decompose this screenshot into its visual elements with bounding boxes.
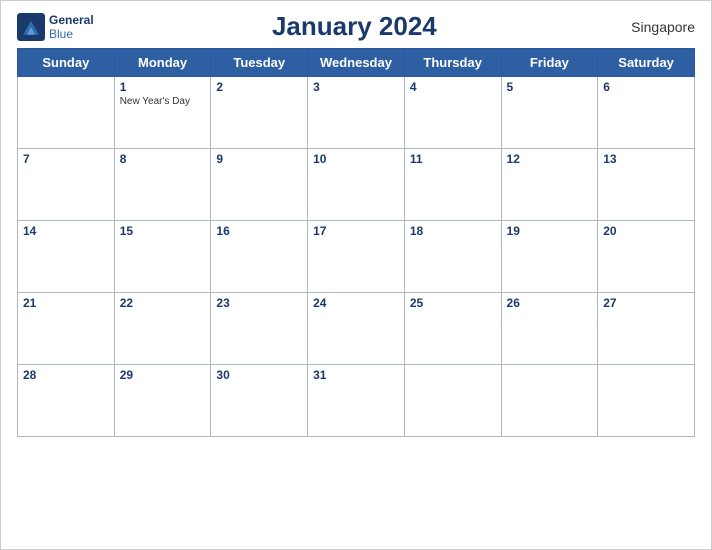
calendar-cell: 8: [114, 149, 211, 221]
calendar-week-2: 789 10 11 12 13: [18, 149, 695, 221]
header-tuesday: Tuesday: [211, 49, 308, 77]
calendar-cell: 10: [308, 149, 405, 221]
day-number: 16: [216, 224, 302, 238]
day-number: 14: [23, 224, 109, 238]
day-number: 25: [410, 296, 496, 310]
calendar-container: General Blue January 2024 Singapore Sund…: [0, 0, 712, 550]
header-wednesday: Wednesday: [308, 49, 405, 77]
calendar-cell: 23: [211, 293, 308, 365]
day-number: 2: [216, 80, 302, 94]
day-number: 15: [120, 224, 206, 238]
calendar-cell: 4: [404, 77, 501, 149]
calendar-cell: 29: [114, 365, 211, 437]
calendar-week-3: 14 15 16 17 18 19 20: [18, 221, 695, 293]
header-saturday: Saturday: [598, 49, 695, 77]
holiday-label: New Year's Day: [120, 96, 206, 107]
day-number: 19: [507, 224, 593, 238]
calendar-cell: 19: [501, 221, 598, 293]
calendar-cell: 17: [308, 221, 405, 293]
calendar-cell: 5: [501, 77, 598, 149]
calendar-header: General Blue January 2024 Singapore: [17, 11, 695, 42]
header-thursday: Thursday: [404, 49, 501, 77]
calendar-week-5: 28 29 30 31: [18, 365, 695, 437]
calendar-cell: 20: [598, 221, 695, 293]
calendar-table: Sunday Monday Tuesday Wednesday Thursday…: [17, 48, 695, 437]
calendar-cell: 12: [501, 149, 598, 221]
country-label: Singapore: [615, 19, 695, 35]
day-number: 28: [23, 368, 109, 382]
calendar-cell: 7: [18, 149, 115, 221]
calendar-cell: 16: [211, 221, 308, 293]
day-number: 6: [603, 80, 689, 94]
calendar-cell: 11: [404, 149, 501, 221]
day-number: 4: [410, 80, 496, 94]
day-number: 22: [120, 296, 206, 310]
day-number: 30: [216, 368, 302, 382]
calendar-cell: 30: [211, 365, 308, 437]
day-number: 26: [507, 296, 593, 310]
calendar-cell: 22: [114, 293, 211, 365]
calendar-cell: 31: [308, 365, 405, 437]
day-number: 10: [313, 152, 399, 166]
header-sunday: Sunday: [18, 49, 115, 77]
calendar-cell: [18, 77, 115, 149]
calendar-cell: 3: [308, 77, 405, 149]
logo-text: General Blue: [49, 13, 94, 41]
calendar-cell: 13: [598, 149, 695, 221]
calendar-title: January 2024: [94, 11, 615, 42]
calendar-cell: 9: [211, 149, 308, 221]
calendar-week-1: 1 New Year's Day 23456: [18, 77, 695, 149]
day-number: 13: [603, 152, 689, 166]
calendar-cell: 1 New Year's Day: [114, 77, 211, 149]
day-number: 17: [313, 224, 399, 238]
day-number: 18: [410, 224, 496, 238]
day-number: 20: [603, 224, 689, 238]
calendar-cell: 14: [18, 221, 115, 293]
day-number: 21: [23, 296, 109, 310]
day-number: 23: [216, 296, 302, 310]
calendar-cell: 25: [404, 293, 501, 365]
day-number: 8: [120, 152, 206, 166]
calendar-cell: 21: [18, 293, 115, 365]
calendar-week-4: 21 22 23 24 25 26 27: [18, 293, 695, 365]
calendar-cell: 24: [308, 293, 405, 365]
calendar-cell: 2: [211, 77, 308, 149]
day-number: 24: [313, 296, 399, 310]
day-number: 3: [313, 80, 399, 94]
day-number: 7: [23, 152, 109, 166]
calendar-cell: 6: [598, 77, 695, 149]
day-number: 5: [507, 80, 593, 94]
header-friday: Friday: [501, 49, 598, 77]
day-number: 9: [216, 152, 302, 166]
day-number: 29: [120, 368, 206, 382]
calendar-cell: [501, 365, 598, 437]
calendar-cell: 15: [114, 221, 211, 293]
day-number: 31: [313, 368, 399, 382]
calendar-header-row: Sunday Monday Tuesday Wednesday Thursday…: [18, 49, 695, 77]
calendar-cell: 27: [598, 293, 695, 365]
day-number: 11: [410, 152, 496, 166]
day-number: 1: [120, 80, 206, 94]
calendar-cell: [404, 365, 501, 437]
day-number: 12: [507, 152, 593, 166]
calendar-cell: 26: [501, 293, 598, 365]
day-number: 27: [603, 296, 689, 310]
logo-area: General Blue: [17, 13, 94, 41]
general-blue-logo-icon: [17, 13, 45, 41]
calendar-cell: [598, 365, 695, 437]
header-monday: Monday: [114, 49, 211, 77]
calendar-cell: 18: [404, 221, 501, 293]
calendar-cell: 28: [18, 365, 115, 437]
